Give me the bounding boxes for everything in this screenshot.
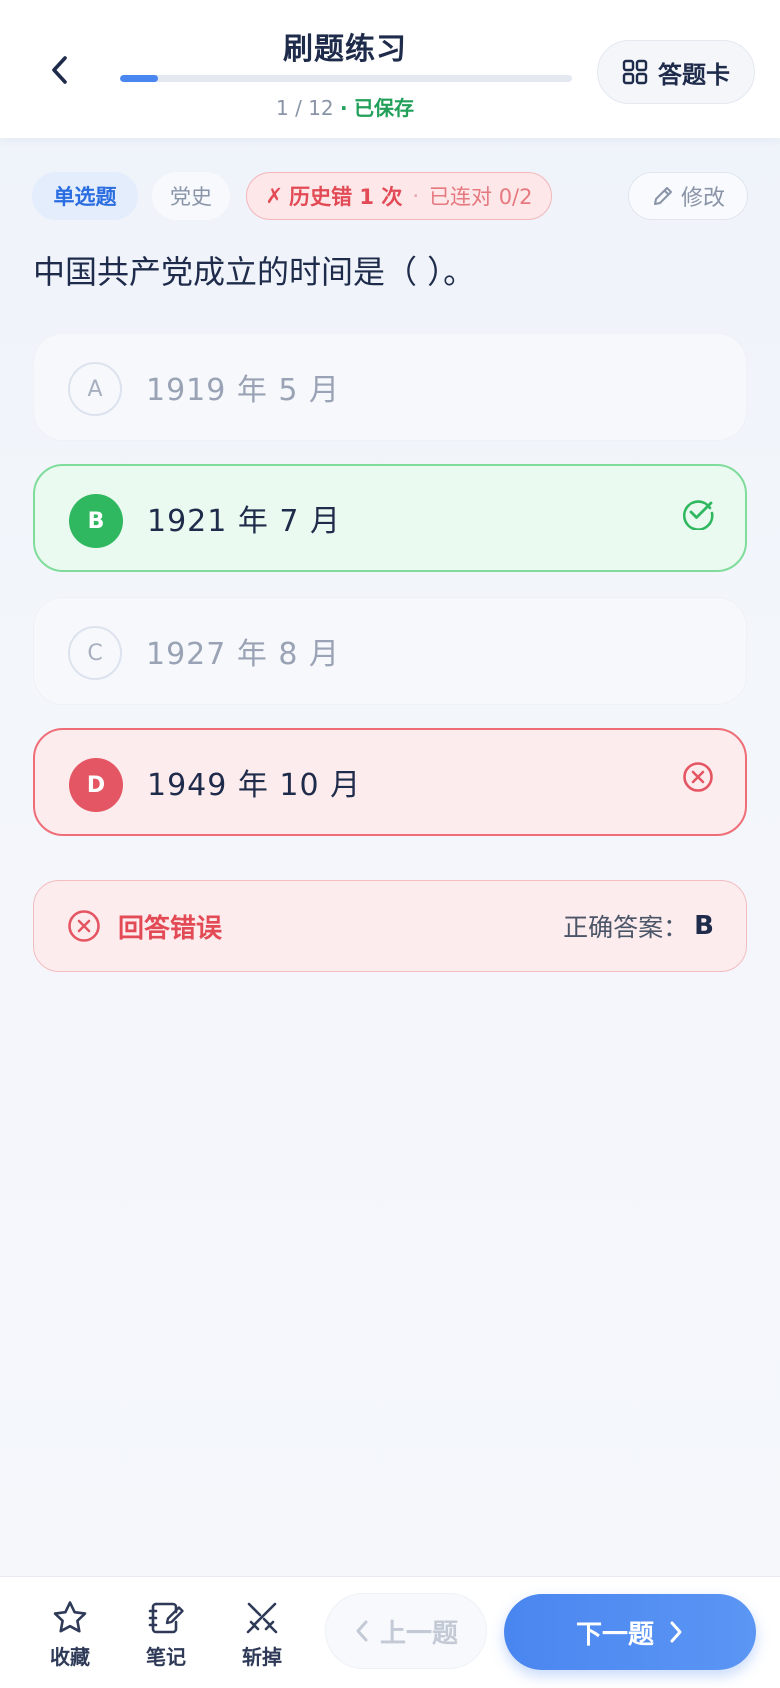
- option-text: 1919 年 5 月: [146, 373, 341, 408]
- subject-tag: 党史: [152, 172, 230, 220]
- option-letter: A: [68, 362, 122, 416]
- chevron-left-icon: [356, 1620, 368, 1642]
- pencil-icon: [653, 187, 672, 205]
- saved-status: 已保存: [353, 96, 414, 120]
- answer-card-button[interactable]: 答题卡: [597, 40, 755, 104]
- note-button[interactable]: 笔记: [130, 1599, 202, 1673]
- cross-mark-icon: ✗: [265, 184, 284, 208]
- progress-status: 1 / 12 · 已保存: [0, 92, 690, 121]
- option-letter: B: [69, 494, 123, 548]
- bottom-toolbar: 收藏 笔记 斩掉 上一题 下一题: [0, 1576, 780, 1688]
- notebook-icon: [148, 1602, 184, 1634]
- history-streak: 已连对 0/2: [429, 185, 533, 209]
- next-question-button[interactable]: 下一题: [504, 1594, 756, 1670]
- correct-answer-key: B: [694, 911, 714, 941]
- x-circle-icon: [68, 910, 100, 942]
- option-text: 1921 年 7 月: [147, 504, 342, 539]
- option-b[interactable]: B 1921 年 7 月: [33, 464, 747, 572]
- option-d[interactable]: D 1949 年 10 月: [33, 728, 747, 836]
- crossed-swords-icon: [246, 1602, 278, 1634]
- option-letter: C: [68, 626, 122, 680]
- answer-result-panel: 回答错误 正确答案： B: [33, 880, 747, 972]
- progress-bar: [120, 75, 572, 82]
- saved-separator: ·: [340, 96, 348, 120]
- prev-question-label: 上一题: [379, 1618, 458, 1649]
- check-circle-icon: [682, 500, 714, 530]
- correct-answer: 正确答案： B: [563, 881, 714, 971]
- favorite-label: 收藏: [50, 1645, 90, 1669]
- correct-answer-prefix: 正确答案：: [563, 913, 689, 942]
- next-question-label: 下一题: [575, 1619, 654, 1650]
- option-letter: D: [69, 758, 123, 812]
- progress-bar-fill: [120, 75, 158, 82]
- option-c[interactable]: C 1927 年 8 月: [33, 597, 747, 705]
- edit-label: 修改: [680, 186, 725, 211]
- star-icon: [53, 1601, 87, 1633]
- edit-button[interactable]: 修改: [628, 172, 748, 220]
- favorite-button[interactable]: 收藏: [34, 1599, 106, 1673]
- page-title: 刷题练习: [283, 32, 407, 67]
- cut-label: 斩掉: [242, 1645, 282, 1669]
- note-label: 笔记: [146, 1645, 186, 1669]
- question-type-tag: 单选题: [32, 172, 138, 220]
- option-text: 1927 年 8 月: [146, 637, 341, 672]
- progress-count: 1 / 12: [276, 96, 334, 120]
- option-a[interactable]: A 1919 年 5 月: [33, 333, 747, 441]
- result-label: 回答错误: [118, 913, 223, 944]
- answer-card-label: 答题卡: [658, 60, 730, 89]
- question-text: 中国共产党成立的时间是（ ）。: [33, 253, 476, 291]
- prev-question-button[interactable]: 上一题: [325, 1593, 487, 1669]
- history-wrong-count: 历史错 1 次: [289, 185, 403, 209]
- history-error-tag: ✗ 历史错 1 次 · 已连对 0/2: [246, 172, 552, 220]
- chevron-right-icon: [670, 1621, 682, 1643]
- option-text: 1949 年 10 月: [147, 768, 362, 803]
- header-bar: 刷题练习 1 / 12 · 已保存 答题卡: [0, 0, 780, 138]
- x-circle-icon: [683, 762, 713, 792]
- history-separator: ·: [412, 184, 420, 208]
- grid-icon: [622, 59, 648, 85]
- cut-button[interactable]: 斩掉: [226, 1599, 298, 1673]
